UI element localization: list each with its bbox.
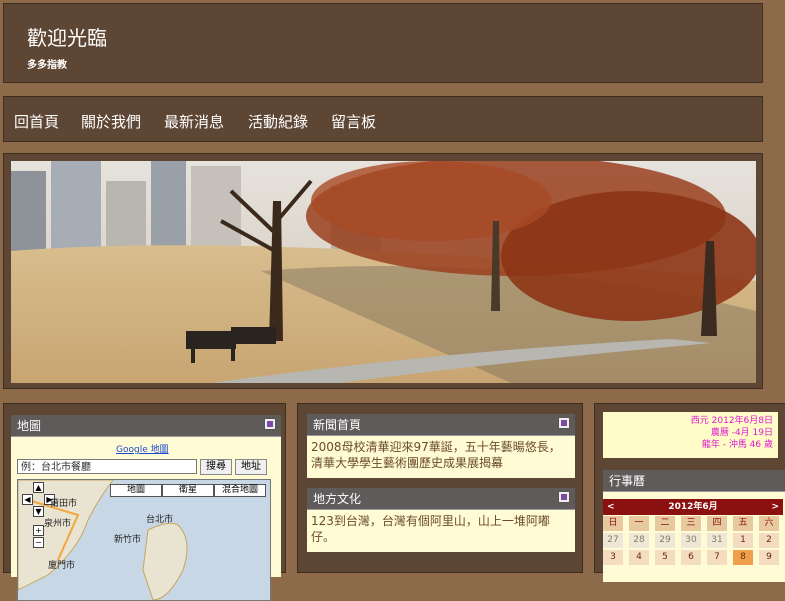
calendar-day[interactable]: 5 [655,550,675,565]
calendar-prev-link[interactable]: < [607,499,615,515]
calendar-weekday: 日 [603,516,623,531]
site-title: 歡迎光臨 [27,26,107,50]
nav-item-activities[interactable]: 活動紀錄 [248,111,308,132]
calendar-day[interactable]: 28 [629,533,649,548]
calendar-day[interactable]: 31 [707,533,727,548]
zodiac-info: 龍年 - 沖馬 46 歲 [701,440,773,450]
map-type-hybrid[interactable]: 混合地圖 [214,484,266,497]
map-label: 泉州市 [44,519,72,529]
banner [3,153,763,389]
calendar-weekday: 一 [629,516,649,531]
left-column: 地圖 Google 地圖 例：台北市餐廳 搜尋 地址 地圖 衛星 混合地圖 ▲ … [3,403,286,601]
nav-item-news[interactable]: 最新消息 [164,111,224,132]
nav-item-home[interactable]: 回首頁 [14,111,59,132]
map-label: 新竹市 [114,535,142,545]
local-widget-header: 地方文化 [307,488,575,510]
calendar-day[interactable]: 27 [603,533,623,548]
site-subtitle: 多多指教 [27,60,67,71]
zoom-in-icon[interactable]: + [33,525,44,536]
calendar-day[interactable]: 8 [733,550,753,565]
date-box: 西元 2012年6月8日 農曆 -4月 19日 龍年 - 沖馬 46 歲 [603,412,778,458]
map-view[interactable]: 地圖 衛星 混合地圖 ▲ ◀ ▶ ▼ + − 莆田市 泉州市 台北市 新竹市 廈… [17,479,271,601]
calendar-weekday: 五 [733,516,753,531]
news-widget-body: 2008母校清華迎來97華誕，五十年藝暘悠長，清華大學學生藝術團歷史成果展揭幕 [307,436,575,478]
map-label: 莆田市 [50,499,78,509]
zoom-out-icon[interactable]: − [33,537,44,548]
map-widget-title: 地圖 [17,419,42,433]
gregorian-date: 西元 2012年6月8日 [690,416,773,426]
calendar-day[interactable]: 3 [603,550,623,565]
calendar-widget-title: 行事曆 [609,474,646,488]
middle-column: 新聞首頁 2008母校清華迎來97華誕，五十年藝暘悠長，清華大學學生藝術團歷史成… [297,403,583,573]
banner-image [11,161,756,383]
google-maps-link[interactable]: Google 地圖 [116,442,169,455]
calendar-day[interactable]: 29 [655,533,675,548]
calendar-month-bar: < 2012年6月 > [603,499,783,515]
news-widget-header: 新聞首頁 [307,414,575,436]
calendar-month: 2012年6月 [668,502,718,512]
calendar-day[interactable]: 1 [733,533,753,548]
nav-item-guestbook[interactable]: 留言板 [331,111,376,132]
pan-left-icon[interactable]: ◀ [22,494,33,505]
map-label: 廈門市 [48,561,76,571]
calendar-weekday: 四 [707,516,727,531]
right-column: 西元 2012年6月8日 農曆 -4月 19日 龍年 - 沖馬 46 歲 行事曆… [594,403,785,582]
calendar-weekday: 三 [681,516,701,531]
site-header: 歡迎光臨 多多指教 [3,3,763,83]
edit-widget-icon[interactable] [558,417,570,429]
local-widget-title: 地方文化 [313,492,362,506]
news-headline[interactable]: 2008母校清華迎來97華誕，五十年藝暘悠長，清華大學學生藝術團歷史成果展揭幕 [311,440,561,470]
pan-down-icon[interactable]: ▼ [33,506,44,517]
map-type-map[interactable]: 地圖 [110,484,162,497]
map-widget-body: Google 地圖 例：台北市餐廳 搜尋 地址 地圖 衛星 混合地圖 ▲ ◀ ▶… [11,437,281,601]
calendar-day[interactable]: 30 [681,533,701,548]
calendar-day[interactable]: 6 [681,550,701,565]
edit-widget-icon[interactable] [264,418,276,430]
local-text: 123到台灣，台灣有個阿里山，山上一堆阿嘟仔。 [311,514,550,544]
calendar-next-link[interactable]: > [771,499,779,515]
news-widget-title: 新聞首頁 [313,418,362,432]
calendar-widget-header: 行事曆 [603,470,785,492]
map-label: 台北市 [146,515,174,525]
calendar-day[interactable]: 7 [707,550,727,565]
calendar-day[interactable]: 2 [759,533,779,548]
calendar-day[interactable]: 9 [759,550,779,565]
lunar-date: 農曆 -4月 19日 [710,428,773,438]
calendar-day[interactable]: 4 [629,550,649,565]
main-nav: 回首頁 關於我們 最新消息 活動紀錄 留言板 [3,96,763,142]
map-search-input[interactable]: 例：台北市餐廳 [17,459,197,474]
calendar-weekday: 二 [655,516,675,531]
map-type-satellite[interactable]: 衛星 [162,484,214,497]
map-widget-header: 地圖 [11,415,281,437]
map-address-button[interactable]: 地址 [235,459,267,475]
map-search-button[interactable]: 搜尋 [200,459,232,475]
pan-up-icon[interactable]: ▲ [33,482,44,493]
nav-item-about[interactable]: 關於我們 [81,111,141,132]
edit-widget-icon[interactable] [558,491,570,503]
local-widget-body: 123到台灣，台灣有個阿里山，山上一堆阿嘟仔。 [307,510,575,552]
calendar-weekday: 六 [759,516,779,531]
